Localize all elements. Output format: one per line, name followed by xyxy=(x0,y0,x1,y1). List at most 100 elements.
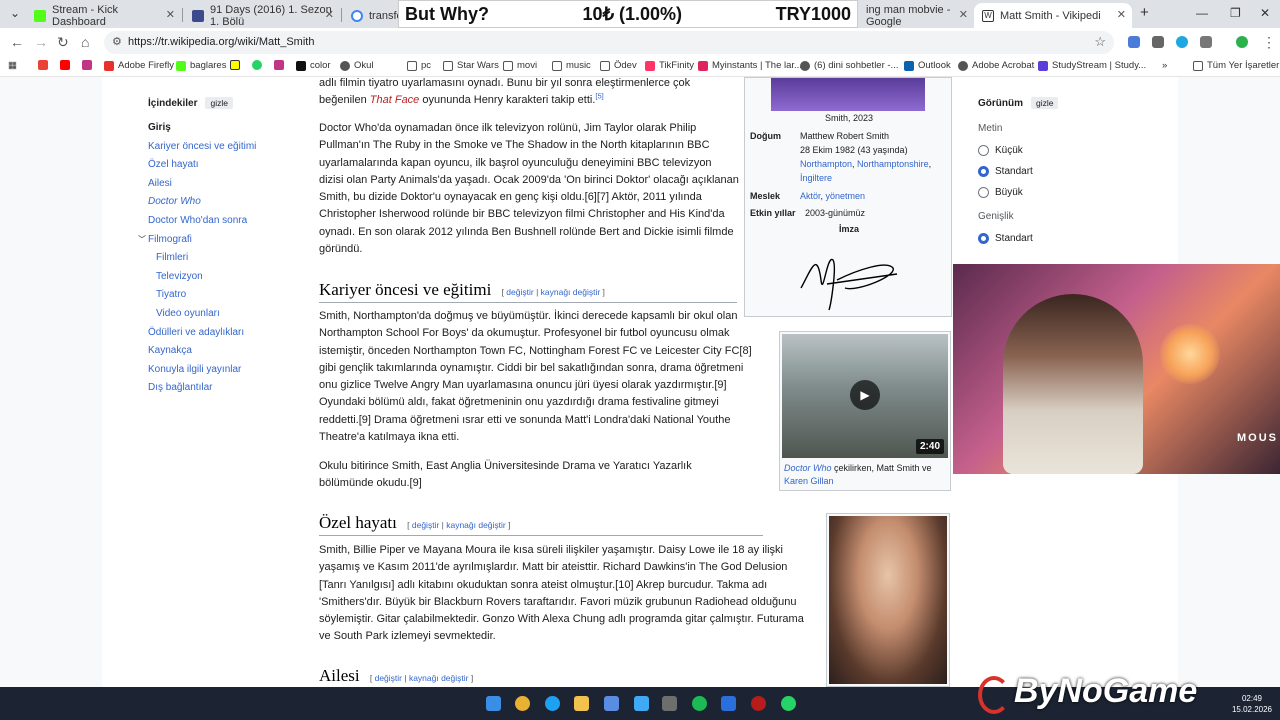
apps-icon[interactable]: ▦ xyxy=(8,60,17,71)
link-doctor-who[interactable]: Doctor Who xyxy=(784,463,832,473)
edit-source-link[interactable]: kaynağı değiştir xyxy=(446,520,506,530)
tab-search-icon[interactable]: ⌄ xyxy=(10,6,20,20)
radio-large[interactable]: Büyük xyxy=(978,182,1158,203)
portrait-image[interactable] xyxy=(829,516,947,684)
toc-item-televizyon[interactable]: Televizyon xyxy=(148,268,308,287)
bookmark-all[interactable]: Tüm Yer İşaretleri xyxy=(1193,60,1280,71)
whatsapp-icon[interactable] xyxy=(781,696,796,711)
back-icon[interactable]: ← xyxy=(10,34,24,50)
tab-91-days[interactable]: 91 Days (2016) 1. Sezon 1. Bölü ✕ xyxy=(184,3,340,28)
translate-icon[interactable] xyxy=(1128,36,1140,48)
edit-link[interactable]: değiştir xyxy=(412,520,439,530)
toc-item-odulleri[interactable]: Ödülleri ve adaylıkları xyxy=(148,324,308,343)
toc-item-doctor-who-sonra[interactable]: Doctor Who'dan sonra xyxy=(148,212,308,231)
puzzle-icon[interactable] xyxy=(1200,36,1212,48)
toc-item-kariyer[interactable]: Kariyer öncesi ve eğitimi xyxy=(148,138,308,157)
link-northampton[interactable]: Northampton xyxy=(800,159,852,169)
toc-item-yayinlar[interactable]: Konuyla ilgili yayınlar xyxy=(148,361,308,380)
home-icon[interactable]: ⌂ xyxy=(81,34,89,50)
instagram-icon[interactable] xyxy=(274,60,288,70)
toc-item-dis-baglantilar[interactable]: Dış bağlantılar xyxy=(148,379,308,398)
toc-item-tiyatro[interactable]: Tiyatro xyxy=(148,286,308,305)
toc-item-ozel-hayati[interactable]: Özel hayatı xyxy=(148,156,308,175)
extension-icon[interactable] xyxy=(1152,36,1164,48)
tab-matt-smith-wikipedia[interactable]: W Matt Smith - Vikipedi ✕ xyxy=(974,3,1132,28)
bookmark-okul[interactable]: Okul xyxy=(340,60,374,71)
download-icon[interactable] xyxy=(1176,36,1188,48)
bookmark-star-icon[interactable]: ☆ xyxy=(1094,34,1106,50)
menu-icon[interactable]: ⋮ xyxy=(1262,34,1276,51)
bookmark-adobe-acrobat[interactable]: Adobe Acrobat xyxy=(958,60,1034,71)
edit-source-link[interactable]: kaynağı değiştir xyxy=(409,673,469,683)
profile-avatar[interactable] xyxy=(1236,36,1248,48)
whatsapp-icon[interactable] xyxy=(252,60,266,70)
bookmark-odev[interactable]: Ödev xyxy=(600,60,637,71)
edit-link[interactable]: değiştir xyxy=(506,287,533,297)
link-that-face[interactable]: That Face xyxy=(370,94,420,106)
new-tab-icon[interactable]: + xyxy=(1140,4,1149,21)
bookmark-outlook[interactable]: Outlook xyxy=(904,60,951,71)
minimize-icon[interactable]: — xyxy=(1196,6,1208,20)
bookmark-color[interactable]: color xyxy=(296,60,331,71)
close-icon[interactable]: ✕ xyxy=(1117,8,1126,21)
store-icon[interactable] xyxy=(604,696,619,711)
bookmark-dini-sohbetler[interactable]: (6) dini sohbetler -... xyxy=(800,60,898,71)
bookmark-music[interactable]: music xyxy=(552,60,591,71)
toc-item-giris[interactable]: Giriş xyxy=(148,119,308,138)
link-yonetmen[interactable]: yönetmen xyxy=(826,191,866,201)
address-bar[interactable]: ⚙ https://tr.wikipedia.org/wiki/Matt_Smi… xyxy=(104,31,1114,54)
youtube-icon[interactable] xyxy=(60,60,74,70)
edge-icon[interactable] xyxy=(545,696,560,711)
link-aktor[interactable]: Aktör xyxy=(800,191,821,201)
toc-item-doctor-who[interactable]: Doctor Who xyxy=(148,193,308,212)
site-info-icon[interactable]: ⚙ xyxy=(112,35,122,48)
bookmark-adobe-firefly[interactable]: Adobe Firefly xyxy=(104,60,174,71)
bookmark-star-wars[interactable]: Star Wars xyxy=(443,60,499,71)
toc-hide-button[interactable]: gizle xyxy=(205,97,233,109)
toc-item-filmleri[interactable]: Filmleri xyxy=(148,249,308,268)
toc-item-ailesi[interactable]: Ailesi xyxy=(148,175,308,194)
toc-item-filmografi[interactable]: ﹀ Filmografi xyxy=(138,231,308,250)
instagram-icon[interactable] xyxy=(82,60,96,70)
radio-width-standard[interactable]: Standart xyxy=(978,228,1158,249)
radio-small[interactable]: Küçük xyxy=(978,140,1158,161)
link-karen-gillan[interactable]: Karen Gillan xyxy=(784,476,834,486)
link-northamptonshire[interactable]: Northamptonshire xyxy=(857,159,929,169)
file-explorer-icon[interactable] xyxy=(574,696,589,711)
radio-standard[interactable]: Standart xyxy=(978,161,1158,182)
toc-item-video-oyunlari[interactable]: Video oyunları xyxy=(148,305,308,324)
close-window-icon[interactable]: ✕ xyxy=(1260,6,1270,20)
forward-icon[interactable]: → xyxy=(34,34,48,50)
app-icon[interactable] xyxy=(721,696,736,711)
reload-icon[interactable]: ↻ xyxy=(57,34,69,51)
app-icon[interactable] xyxy=(662,696,677,711)
tab-kick-dashboard[interactable]: Stream - Kick Dashboard ✕ xyxy=(26,3,181,28)
tab-google-transform[interactable]: transform xyxy=(343,3,415,28)
snapchat-icon[interactable] xyxy=(230,60,244,70)
close-icon[interactable]: ✕ xyxy=(959,8,968,21)
close-icon[interactable]: ✕ xyxy=(325,8,334,21)
opera-icon[interactable] xyxy=(751,696,766,711)
chrome-icon[interactable] xyxy=(515,696,530,711)
windows-start-icon[interactable] xyxy=(486,696,501,711)
bookmark-studystream[interactable]: StudyStream | Study... xyxy=(1038,60,1146,71)
bookmark-baglares[interactable]: baglares xyxy=(176,60,226,71)
appearance-hide-button[interactable]: gizle xyxy=(1031,97,1059,109)
spotify-icon[interactable] xyxy=(692,696,707,711)
bookmark-myinstants[interactable]: Myinstants | The lar... xyxy=(698,60,802,71)
tab-google-search[interactable]: ing man mobvie - Google ✕ xyxy=(858,3,974,28)
link-ingiltere[interactable]: İngiltere xyxy=(800,173,832,183)
app-icon[interactable] xyxy=(634,696,649,711)
chevron-down-icon[interactable]: ﹀ xyxy=(138,231,146,250)
bookmark-movi[interactable]: movi xyxy=(503,60,537,71)
bookmark-pc[interactable]: pc xyxy=(407,60,431,71)
edit-source-link[interactable]: kaynağı değiştir xyxy=(541,287,601,297)
toc-item-kaynakca[interactable]: Kaynakça xyxy=(148,342,308,361)
more-bookmarks-icon[interactable]: » xyxy=(1162,60,1167,71)
gmail-icon[interactable] xyxy=(38,60,52,70)
bookmark-tikfinity[interactable]: TikFinity xyxy=(645,60,694,71)
play-icon[interactable]: ▶ xyxy=(850,380,880,410)
edit-link[interactable]: değiştir xyxy=(375,673,402,683)
video-thumbnail[interactable]: ▶ 2:40 xyxy=(782,334,948,458)
close-icon[interactable]: ✕ xyxy=(166,8,175,21)
